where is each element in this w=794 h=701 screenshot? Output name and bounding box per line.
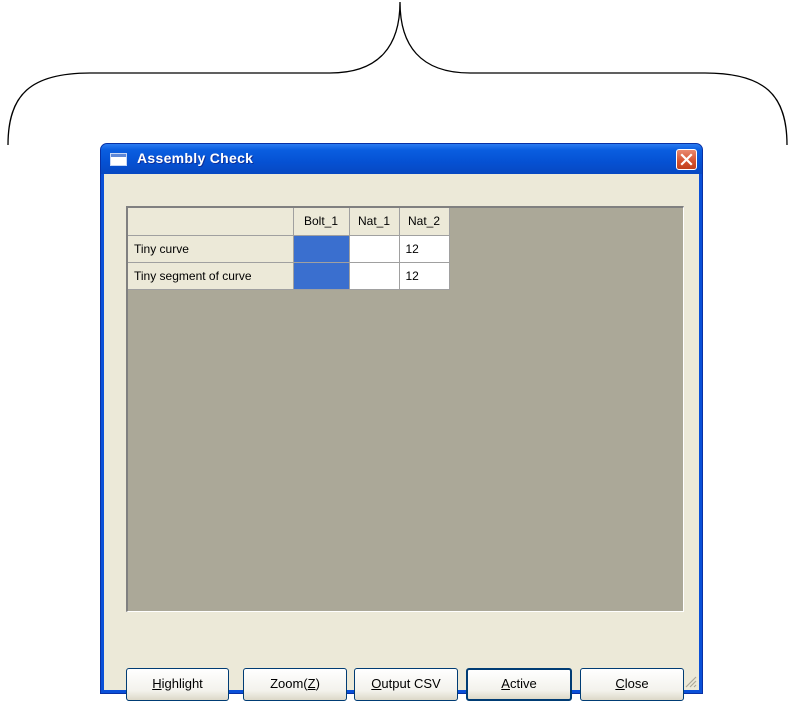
title-bar[interactable]: Assembly Check [101,144,702,174]
close-button-label: Close [615,676,648,691]
column-header-nat-1[interactable]: Nat_1 [349,208,400,236]
grid-corner-cell [128,208,294,236]
active-mnemonic: A [501,676,510,691]
header-row: Bolt_1 Nat_1 Nat_2 [128,208,450,236]
zoom-button[interactable]: Zoom(Z) [243,668,347,701]
assembly-check-dialog: Assembly Check Bolt_1 Nat_1 Nat_2 Tiny c… [100,143,703,701]
dialog-client-area: Bolt_1 Nat_1 Nat_2 Tiny curve 12 Tiny se… [104,174,699,701]
zoom-label-after: ) [315,676,320,691]
row-header-tiny-curve[interactable]: Tiny curve [128,235,294,263]
grid-cell[interactable] [349,235,400,263]
window-icon [110,153,127,166]
zoom-mnemonic: Z [307,676,316,691]
curly-brace-icon [7,1,788,146]
close-label-rest: lose [624,676,649,691]
grid-cell[interactable]: 12 [399,235,450,263]
grid-cell[interactable] [293,262,350,290]
output-csv-button-label: Output CSV [371,676,440,691]
table-row: Tiny segment of curve 12 [128,262,450,290]
highlight-button[interactable]: Highlight [126,668,229,701]
close-mnemonic: C [615,676,625,691]
highlight-button-label: Highlight [152,676,203,691]
result-table: Bolt_1 Nat_1 Nat_2 Tiny curve 12 Tiny se… [128,208,450,290]
highlight-label-rest: ighlight [161,676,203,691]
highlight-mnemonic: H [152,676,162,691]
close-icon[interactable] [676,149,697,170]
close-button[interactable]: Close [580,668,684,701]
grid-cell[interactable]: 12 [399,262,450,290]
grid-cell[interactable] [349,262,400,290]
output-csv-label-rest: utput CSV [381,676,441,691]
active-button[interactable]: Active [466,668,572,701]
grid-cell[interactable] [293,235,350,263]
column-header-bolt-1[interactable]: Bolt_1 [293,208,350,236]
active-button-label: Active [501,676,536,691]
active-label-rest: ctive [509,676,537,691]
output-csv-button[interactable]: Output CSV [354,668,458,701]
output-csv-mnemonic: O [371,676,382,691]
resize-grip-icon[interactable] [684,675,697,688]
zoom-button-label: Zoom(Z) [270,676,320,691]
window-title: Assembly Check [137,150,254,166]
table-row: Tiny curve 12 [128,235,450,263]
zoom-label-before: Zoom( [270,676,308,691]
row-header-tiny-segment-of-curve[interactable]: Tiny segment of curve [128,262,294,290]
result-grid: Bolt_1 Nat_1 Nat_2 Tiny curve 12 Tiny se… [126,206,684,612]
column-header-nat-2[interactable]: Nat_2 [399,208,450,236]
